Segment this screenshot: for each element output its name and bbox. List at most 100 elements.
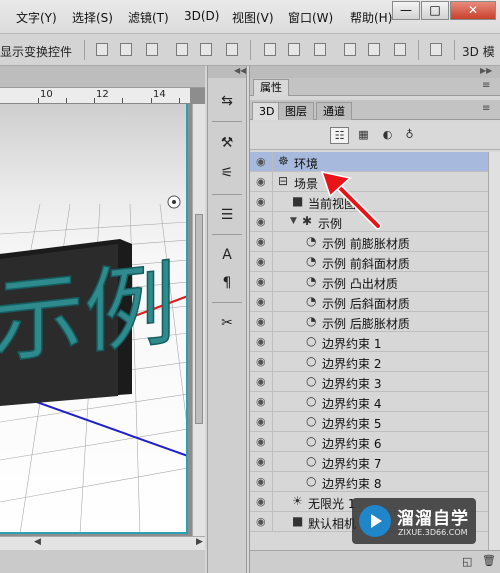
collapse-icon[interactable]: ◀◀ <box>234 66 246 75</box>
visibility-eye-icon[interactable]: ◉ <box>256 376 266 388</box>
visibility-eye-icon[interactable]: ◉ <box>256 176 266 188</box>
layer-row[interactable]: ◉ ◔ 示例 前斜面材质 <box>250 252 488 272</box>
document-vertical-scrollbar[interactable] <box>192 104 205 541</box>
panel-tabs: 3D 图层 通道 ≡ <box>250 100 500 120</box>
scroll-left-icon[interactable]: ◀ <box>34 537 41 547</box>
panel-dock-tools: ◀◀ ⇆ ⚒ ⚟ ☰ A ¶ ✂ <box>207 66 247 573</box>
brush-icon[interactable]: ⚒ <box>216 132 238 154</box>
layer-row[interactable]: ◉ ○ 边界约束 4 <box>250 392 488 412</box>
visibility-eye-icon[interactable]: ◉ <box>256 396 266 408</box>
menu-select[interactable]: 选择(S) <box>72 9 113 26</box>
visibility-eye-icon[interactable]: ◉ <box>256 156 266 168</box>
align-bottom-icon[interactable] <box>146 43 158 56</box>
visibility-eye-icon[interactable]: ◉ <box>256 316 266 328</box>
show-transform-controls-label[interactable]: 显示变换控件 <box>0 43 72 60</box>
visibility-eye-icon[interactable]: ◉ <box>256 496 266 508</box>
ruler-number: 14 <box>153 89 166 100</box>
3d-canvas[interactable]: 示例 <box>0 104 188 534</box>
scroll-thumb[interactable] <box>195 214 203 424</box>
materials-icon[interactable]: ◐ <box>378 127 397 144</box>
layer-row[interactable]: ◉ ◔ 示例 后斜面材质 <box>250 292 488 312</box>
visibility-eye-icon[interactable]: ◉ <box>256 456 266 468</box>
tab-properties[interactable]: 属性 <box>253 79 289 96</box>
layer-name: 示例 后斜面材质 <box>322 297 410 311</box>
menu-type[interactable]: 文字(Y) <box>16 9 57 26</box>
menu-window[interactable]: 窗口(W) <box>288 9 333 26</box>
layer-row[interactable]: ◉ ◔ 示例 前膨胀材质 <box>250 232 488 252</box>
align-top-icon[interactable] <box>96 43 108 56</box>
whole-scene-icon[interactable]: ☷ <box>330 127 349 144</box>
layer-row[interactable]: ◉ ○ 边界约束 1 <box>250 332 488 352</box>
auto-align-icon[interactable] <box>430 43 442 56</box>
layer-row[interactable]: ◉ ◔ 示例 凸出材质 <box>250 272 488 292</box>
layer-row[interactable]: ◉ ○ 边界约束 3 <box>250 372 488 392</box>
visibility-eye-icon[interactable]: ◉ <box>256 256 266 268</box>
align-right-icon[interactable] <box>226 43 238 56</box>
menu-filter[interactable]: 滤镜(T) <box>128 9 169 26</box>
menu-view[interactable]: 视图(V) <box>232 9 274 26</box>
distribute-right-icon[interactable] <box>394 43 406 56</box>
separator <box>418 40 419 60</box>
layer-name: 示例 后膨胀材质 <box>322 317 410 331</box>
distribute-vcenter-icon[interactable] <box>288 43 300 56</box>
visibility-eye-icon[interactable]: ◉ <box>256 236 266 248</box>
layer-row[interactable]: ◉ ○ 边界约束 6 <box>250 432 488 452</box>
align-vcenter-icon[interactable] <box>120 43 132 56</box>
panel-options-icon[interactable]: ≡ <box>482 103 490 114</box>
layer-row[interactable]: ◉ ◔ 示例 后膨胀材质 <box>250 312 488 332</box>
dock-collapse-bar[interactable]: ◀◀ <box>208 66 246 78</box>
distribute-hcenter-icon[interactable] <box>368 43 380 56</box>
3d-extruded-text: 示例 <box>0 239 177 406</box>
layer-row[interactable]: ◉ ○ 边界约束 7 <box>250 452 488 472</box>
shape-icon[interactable]: ⚟ <box>216 162 238 184</box>
visibility-eye-icon[interactable]: ◉ <box>256 216 266 228</box>
visibility-eye-icon[interactable]: ◉ <box>256 416 266 428</box>
lights-icon[interactable]: ♁ <box>400 127 419 144</box>
close-button[interactable]: ✕ <box>450 1 496 20</box>
visibility-eye-icon[interactable]: ◉ <box>256 196 266 208</box>
paragraph-icon[interactable]: ¶ <box>216 272 238 294</box>
distribute-top-icon[interactable] <box>264 43 276 56</box>
layers-icon[interactable]: ☰ <box>216 204 238 226</box>
document-area: 10 12 14 示例 ◀ ▶ <box>0 66 205 573</box>
document-horizontal-scrollbar[interactable]: ◀ ▶ <box>0 536 205 550</box>
scene-icon: ⊟ <box>278 174 289 188</box>
expand-icon[interactable]: ▶▶ <box>480 66 492 75</box>
visibility-eye-icon[interactable]: ◉ <box>256 276 266 288</box>
menu-help[interactable]: 帮助(H) <box>350 9 392 26</box>
visibility-eye-icon[interactable]: ◉ <box>256 296 266 308</box>
expand-toggle-icon[interactable]: ▼ <box>290 216 297 226</box>
tools-icon[interactable]: ✂ <box>216 312 238 334</box>
tab-channels[interactable]: 通道 <box>316 102 352 120</box>
layer-name: 默认相机 <box>308 517 357 531</box>
visibility-eye-icon[interactable]: ◉ <box>256 476 266 488</box>
scroll-right-icon[interactable]: ▶ <box>196 537 203 547</box>
text-icon[interactable]: A <box>216 244 238 266</box>
visibility-eye-icon[interactable]: ◉ <box>256 436 266 448</box>
visibility-eye-icon[interactable]: ◉ <box>256 356 266 368</box>
layer-row[interactable]: ◉ ○ 边界约束 8 <box>250 472 488 492</box>
menu-3d[interactable]: 3D(D) <box>184 9 219 23</box>
document-status-bar <box>0 550 205 573</box>
maximize-button[interactable]: □ <box>421 1 449 20</box>
distribute-bottom-icon[interactable] <box>314 43 326 56</box>
trash-icon[interactable]: 🗑 <box>482 554 496 567</box>
eye-column-divider <box>272 252 273 272</box>
distribute-left-icon[interactable] <box>344 43 356 56</box>
visibility-eye-icon[interactable]: ◉ <box>256 516 266 528</box>
annotation-arrow <box>320 170 382 230</box>
align-hcenter-icon[interactable] <box>200 43 212 56</box>
new-item-icon[interactable]: ◱ <box>462 555 472 568</box>
meshes-icon[interactable]: ▦ <box>354 127 373 144</box>
light-widget-icon[interactable] <box>167 195 181 209</box>
layer-row[interactable]: ◉ ○ 边界约束 2 <box>250 352 488 372</box>
panel-menu-icon[interactable]: ≡ <box>482 80 490 91</box>
visibility-eye-icon[interactable]: ◉ <box>256 336 266 348</box>
layer-list-scrollbar[interactable] <box>488 152 500 550</box>
minimize-button[interactable]: — <box>392 1 420 20</box>
arrows-icon[interactable]: ⇆ <box>216 90 238 112</box>
layer-name: 边界约束 3 <box>322 377 382 391</box>
tab-layers[interactable]: 图层 <box>278 102 314 120</box>
align-left-icon[interactable] <box>176 43 188 56</box>
layer-row[interactable]: ◉ ○ 边界约束 5 <box>250 412 488 432</box>
